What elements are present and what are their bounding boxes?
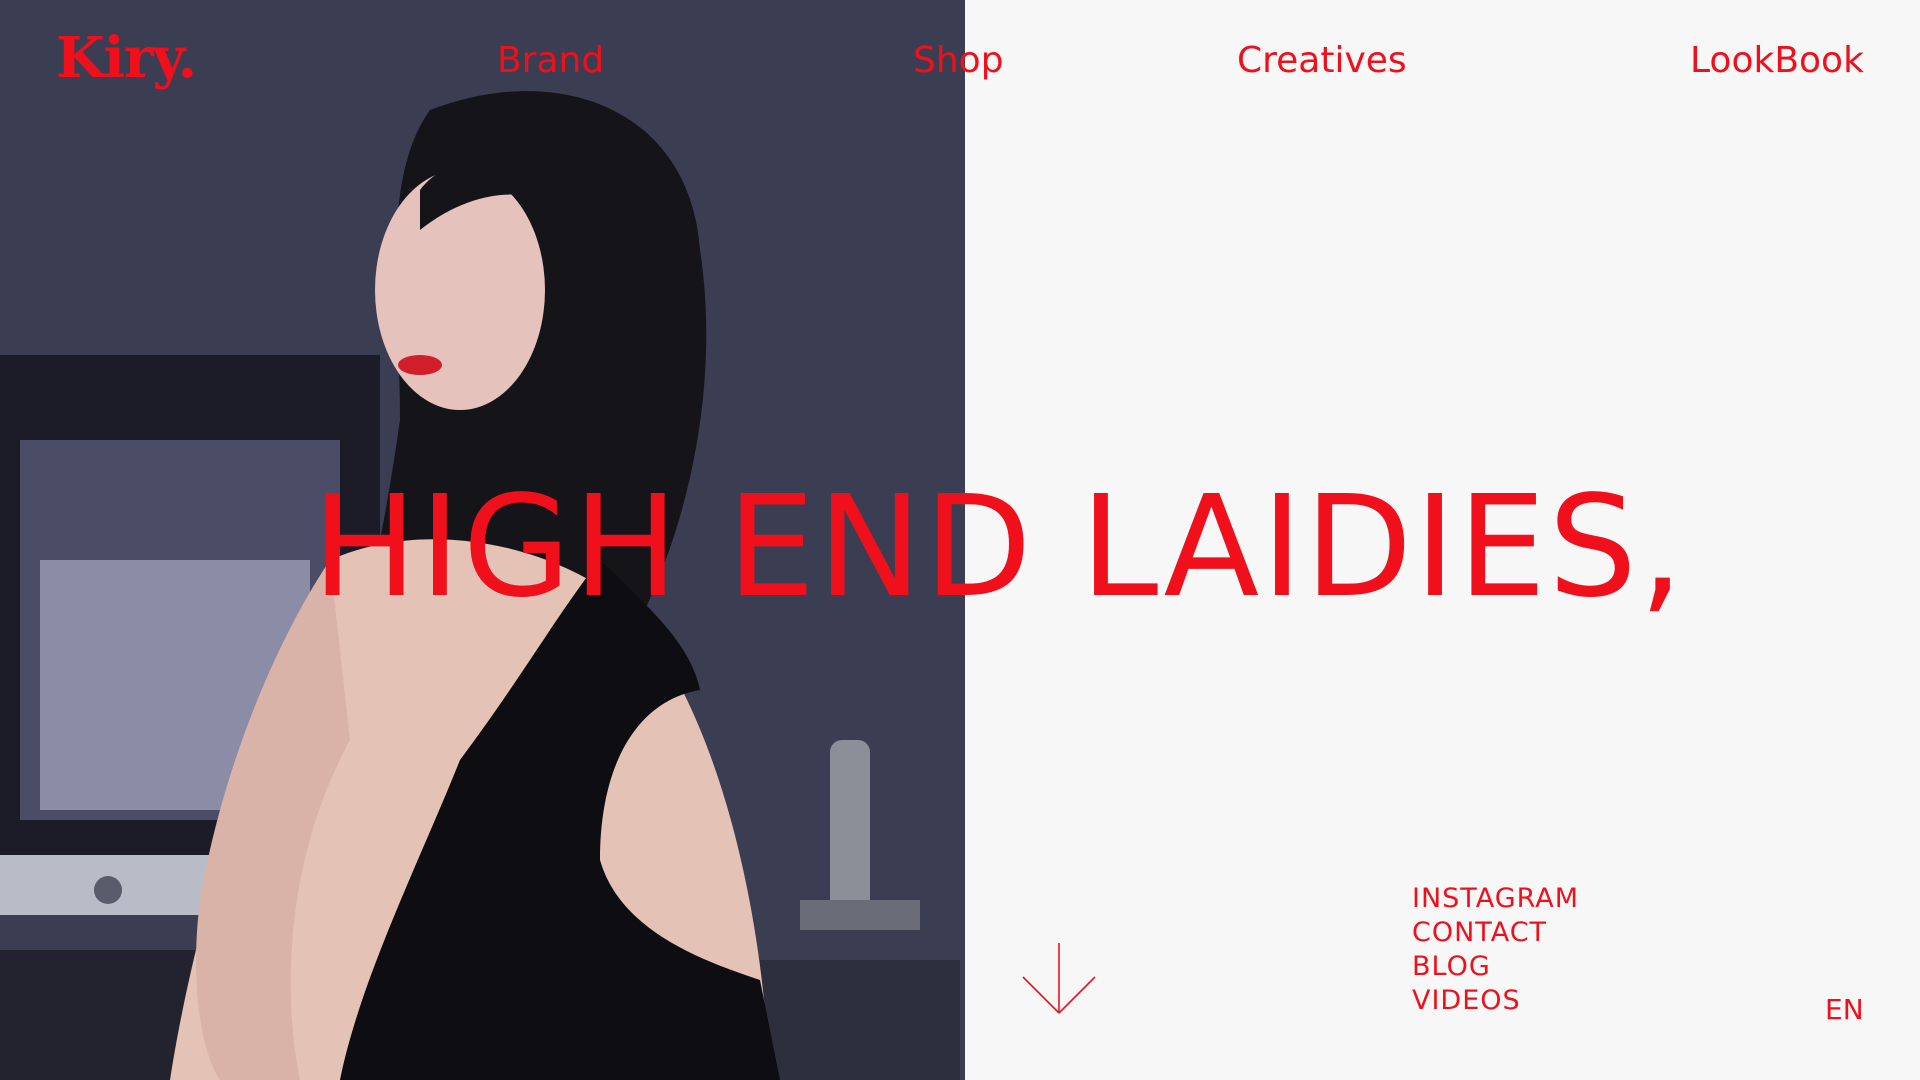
blog-link[interactable]: BLOG — [1412, 950, 1579, 984]
brand-logo[interactable]: Kiry. — [56, 30, 197, 86]
social-link-item: INSTAGRAM — [1412, 882, 1579, 916]
social-link-item: BLOG — [1412, 950, 1579, 984]
hero-headline: HIGH END LAIDIES, — [312, 466, 1686, 629]
nav-creatives[interactable]: Creatives — [1237, 43, 1407, 79]
instagram-link[interactable]: INSTAGRAM — [1412, 882, 1579, 916]
arrow-down-icon[interactable] — [1021, 941, 1097, 1017]
nav-lookbook[interactable]: LookBook — [1690, 43, 1864, 79]
page: Kiry. Brand Shop Creatives LookBook HIGH… — [0, 0, 1920, 1080]
contact-link[interactable]: CONTACT — [1412, 916, 1579, 950]
social-link-item: VIDEOS — [1412, 984, 1579, 1018]
social-links: INSTAGRAM CONTACT BLOG VIDEOS — [1412, 882, 1579, 1018]
language-switcher[interactable]: EN — [1825, 996, 1864, 1024]
nav-shop[interactable]: Shop — [913, 43, 1004, 79]
videos-link[interactable]: VIDEOS — [1412, 984, 1579, 1018]
nav-brand[interactable]: Brand — [497, 43, 604, 79]
social-link-item: CONTACT — [1412, 916, 1579, 950]
